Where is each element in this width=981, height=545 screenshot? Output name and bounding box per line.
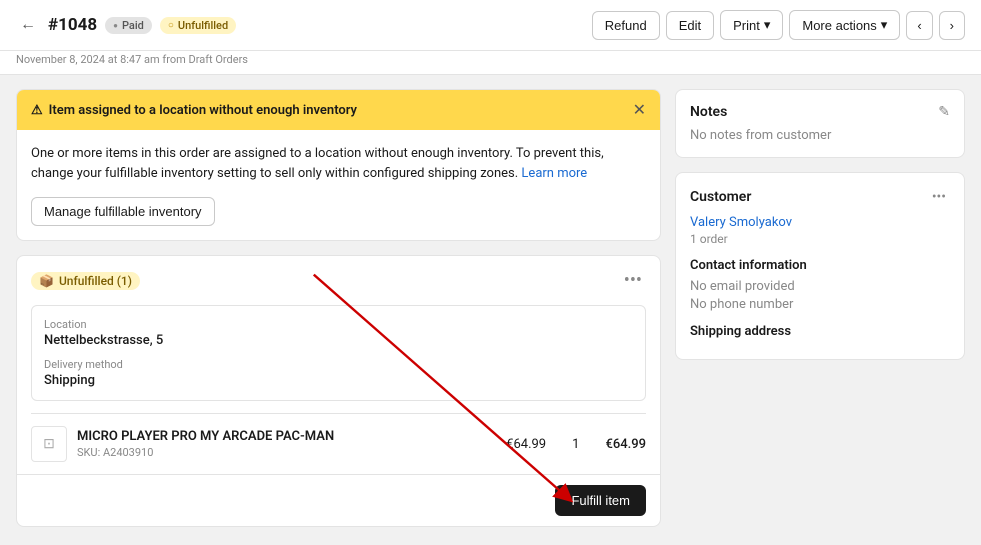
product-name: MICRO PLAYER PRO MY ARCADE PAC-MAN xyxy=(77,429,496,444)
contact-phone: No phone number xyxy=(690,297,950,312)
product-sku: SKU: A2403910 xyxy=(77,446,496,459)
customer-title: Customer xyxy=(690,189,751,205)
manage-inventory-button[interactable]: Manage fulfillable inventory xyxy=(31,197,215,226)
side-column: Notes ✎ No notes from customer Customer … xyxy=(675,89,965,527)
chevron-down-icon-2: ▾ xyxy=(881,17,888,33)
fulfill-section: Fulfill item xyxy=(17,474,660,526)
prev-order-button[interactable]: ‹ xyxy=(906,11,932,40)
notes-card: Notes ✎ No notes from customer xyxy=(675,89,965,158)
alert-body: One or more items in this order are assi… xyxy=(17,130,660,197)
customer-orders: 1 order xyxy=(690,232,950,246)
product-row: ⊡ MICRO PLAYER PRO MY ARCADE PAC-MAN SKU… xyxy=(31,413,646,474)
more-options-button[interactable]: ••• xyxy=(620,268,646,293)
product-total: €64.99 xyxy=(605,437,646,452)
header-actions: Refund Edit Print ▾ More actions ▾ ‹ › xyxy=(592,10,965,40)
customer-card: Customer ••• Valery Smolyakov 1 order Co… xyxy=(675,172,965,360)
print-button[interactable]: Print ▾ xyxy=(720,10,783,40)
location-label: Location xyxy=(44,318,633,331)
inventory-alert: ⚠ Item assigned to a location without en… xyxy=(16,89,661,241)
page-content: ⚠ Item assigned to a location without en… xyxy=(0,75,981,541)
alert-title: ⚠ Item assigned to a location without en… xyxy=(31,103,357,118)
unfulfilled-card: 📦 Unfulfilled (1) ••• Location Nettelbec… xyxy=(16,255,661,527)
edit-notes-icon[interactable]: ✎ xyxy=(938,104,950,120)
location-value: Nettelbeckstrasse, 5 xyxy=(44,333,633,348)
alert-footer: Manage fulfillable inventory xyxy=(17,197,660,240)
alert-close-button[interactable]: ✕ xyxy=(633,100,646,120)
product-icon: ⊡ xyxy=(31,426,67,462)
next-order-button[interactable]: › xyxy=(939,11,965,40)
product-price: €64.99 xyxy=(506,437,546,452)
contact-section: Contact information No email provided No… xyxy=(690,258,950,312)
alert-header: ⚠ Item assigned to a location without en… xyxy=(17,90,660,130)
more-actions-button[interactable]: More actions ▾ xyxy=(789,10,900,40)
customer-more-options[interactable]: ••• xyxy=(928,187,950,207)
shipping-title: Shipping address xyxy=(690,324,950,339)
main-column: ⚠ Item assigned to a location without en… xyxy=(16,89,661,527)
warning-icon: ⚠ xyxy=(31,103,43,118)
fulfill-item-button[interactable]: Fulfill item xyxy=(555,485,646,516)
customer-name-link[interactable]: Valery Smolyakov xyxy=(690,215,792,230)
shipping-section: Shipping address xyxy=(690,324,950,339)
product-qty: 1 xyxy=(556,437,595,452)
unfulfilled-badge-header: Unfulfilled xyxy=(160,17,236,34)
image-placeholder-icon: ⊡ xyxy=(43,436,55,452)
delivery-value: Shipping xyxy=(44,373,633,388)
contact-title: Contact information xyxy=(690,258,950,273)
box-icon: 📦 xyxy=(39,274,54,288)
location-section: Location Nettelbeckstrasse, 5 Delivery m… xyxy=(31,305,646,401)
unfulfilled-badge-card: 📦 Unfulfilled (1) xyxy=(31,272,140,290)
refund-button[interactable]: Refund xyxy=(592,11,660,40)
page-header: ← #1048 Paid Unfulfilled Refund Edit Pri… xyxy=(0,0,981,51)
delivery-label: Delivery method xyxy=(44,358,633,371)
notes-card-header: Notes ✎ xyxy=(690,104,950,120)
order-title: #1048 xyxy=(48,15,97,35)
notes-body: No notes from customer xyxy=(690,128,950,143)
back-button[interactable]: ← xyxy=(16,14,40,36)
contact-email: No email provided xyxy=(690,279,950,294)
chevron-down-icon: ▾ xyxy=(764,17,771,33)
header-left: ← #1048 Paid Unfulfilled xyxy=(16,14,582,36)
edit-button[interactable]: Edit xyxy=(666,11,714,40)
unfulfilled-card-header: 📦 Unfulfilled (1) ••• xyxy=(17,256,660,305)
customer-card-header: Customer ••• xyxy=(690,187,950,207)
order-subtitle: November 8, 2024 at 8:47 am from Draft O… xyxy=(0,51,981,75)
paid-badge: Paid xyxy=(105,17,152,34)
learn-more-link[interactable]: Learn more xyxy=(521,166,587,181)
notes-title: Notes xyxy=(690,104,727,120)
product-info: MICRO PLAYER PRO MY ARCADE PAC-MAN SKU: … xyxy=(77,429,496,459)
